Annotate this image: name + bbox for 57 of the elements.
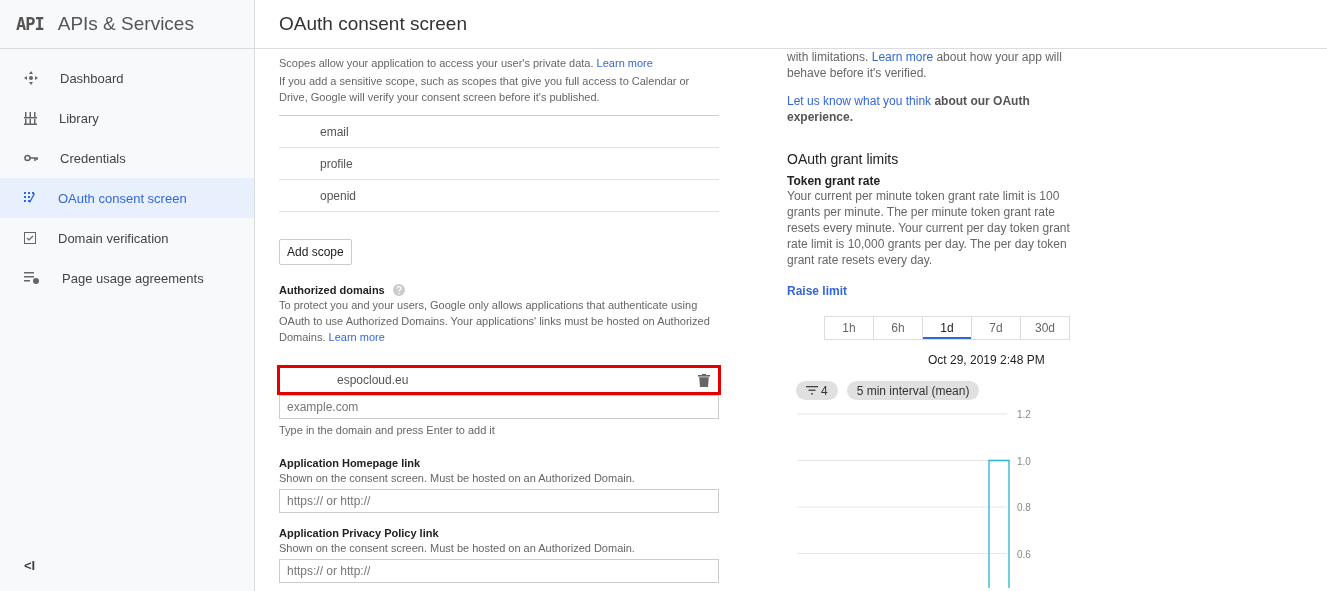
field-label: Application Homepage link	[279, 456, 422, 470]
checkbox-icon	[24, 232, 36, 244]
sidebar-item[interactable]: Domain verification	[0, 218, 254, 258]
collapse-button[interactable]: <I	[24, 558, 36, 573]
sidebar-title: APIs & Services	[57, 13, 194, 35]
timestamp-text: Oct 29, 2019 2:48 PM	[928, 353, 1045, 367]
interval-chip[interactable]: 5 min interval (mean)	[846, 381, 980, 400]
range-tab[interactable]: 6h	[873, 316, 923, 340]
axis-label: 0.8	[1017, 502, 1031, 513]
hint-text: Type in the domain and press Enter to add it	[279, 423, 496, 438]
axis-label: 1.2	[1017, 409, 1031, 420]
domain-input-field[interactable]: example.com	[279, 395, 719, 419]
hint-text: Shown on the consent screen. Must be hosted on an Authorized Domain.	[279, 541, 636, 556]
field-label: Application Privacy Policy link	[279, 526, 440, 540]
feedback-link[interactable]: Let us know what you think	[787, 94, 932, 108]
rate-text: Your current per minute token grant rate limit is 100 grants per minute. The per minute token grant rate resets every minute. Your current per day token grant rate limit is 10,000 grants per day. The per day token grant rate resets every day.	[787, 188, 1071, 268]
scope-row: openid	[279, 180, 719, 212]
verification-text: with limitations. Learn more about how your app will behave before it's verified.	[787, 49, 1063, 81]
url-input-field[interactable]: https:// or http://	[279, 559, 719, 583]
description-text: To protect you and your users, Google only allows applications that authenticate using OAuth to use Authorized Domains. Your applications' links must be hosted on Authorized Domains. Learn more	[279, 298, 711, 345]
url-input-field[interactable]: https:// or http://	[279, 489, 719, 513]
filter-chip[interactable]: 4	[796, 381, 838, 400]
feedback-text: Let us know what you think about our OAuth experience.	[787, 93, 1031, 125]
delete-icon[interactable]	[698, 373, 710, 387]
hint-text: Shown on the consent screen. Must be hosted on an Authorized Domain.	[279, 471, 636, 486]
api-logo: API	[16, 14, 44, 34]
scope-row: profile	[279, 148, 719, 180]
limits-heading: OAuth grant limits	[787, 151, 900, 167]
range-tab[interactable]: 7d	[971, 316, 1021, 340]
axis-label: 1.0	[1017, 455, 1031, 467]
sidebar-item[interactable]: OAuth consent screen	[0, 178, 254, 218]
domain-text: espocloud.eu	[337, 373, 409, 387]
filter-icon	[806, 386, 818, 395]
note-text: If you add a sensitive scope, such as scopes that give you full access to Calendar or Drive, Google will verify your consent screen before it's published.	[279, 74, 691, 105]
consent-icon	[24, 192, 36, 204]
learn-more-link[interactable]: Learn more	[871, 50, 934, 64]
learn-more-link[interactable]: Learn more	[596, 57, 653, 69]
library-icon	[24, 111, 37, 125]
dashboard-icon	[24, 71, 38, 85]
description-text: Scopes allow your application to access your user's private data. Learn more	[279, 56, 654, 71]
range-tab[interactable]: 1h	[824, 316, 874, 340]
section-heading: Authorized domains	[279, 283, 385, 297]
sidebar-item[interactable]: Dashboard	[0, 58, 254, 98]
range-tab[interactable]: 1d	[922, 316, 972, 340]
scope-row: email	[279, 116, 719, 148]
add-scope-button[interactable]: Add scope	[279, 239, 352, 265]
axis-label: 0.6	[1017, 548, 1031, 560]
list-settings-icon	[24, 272, 40, 284]
raise-limit-link[interactable]: Raise limit	[787, 284, 848, 298]
key-icon	[24, 154, 38, 162]
learn-more-link[interactable]: Learn more	[328, 331, 385, 343]
rate-heading: Token grant rate	[787, 174, 882, 188]
page-title: OAuth consent screen	[279, 13, 467, 35]
sidebar-item[interactable]: Page usage agreements	[0, 258, 254, 298]
sidebar-item[interactable]: Library	[0, 98, 254, 138]
sidebar-item[interactable]: Credentials	[0, 138, 254, 178]
range-tab[interactable]: 30d	[1020, 316, 1070, 340]
